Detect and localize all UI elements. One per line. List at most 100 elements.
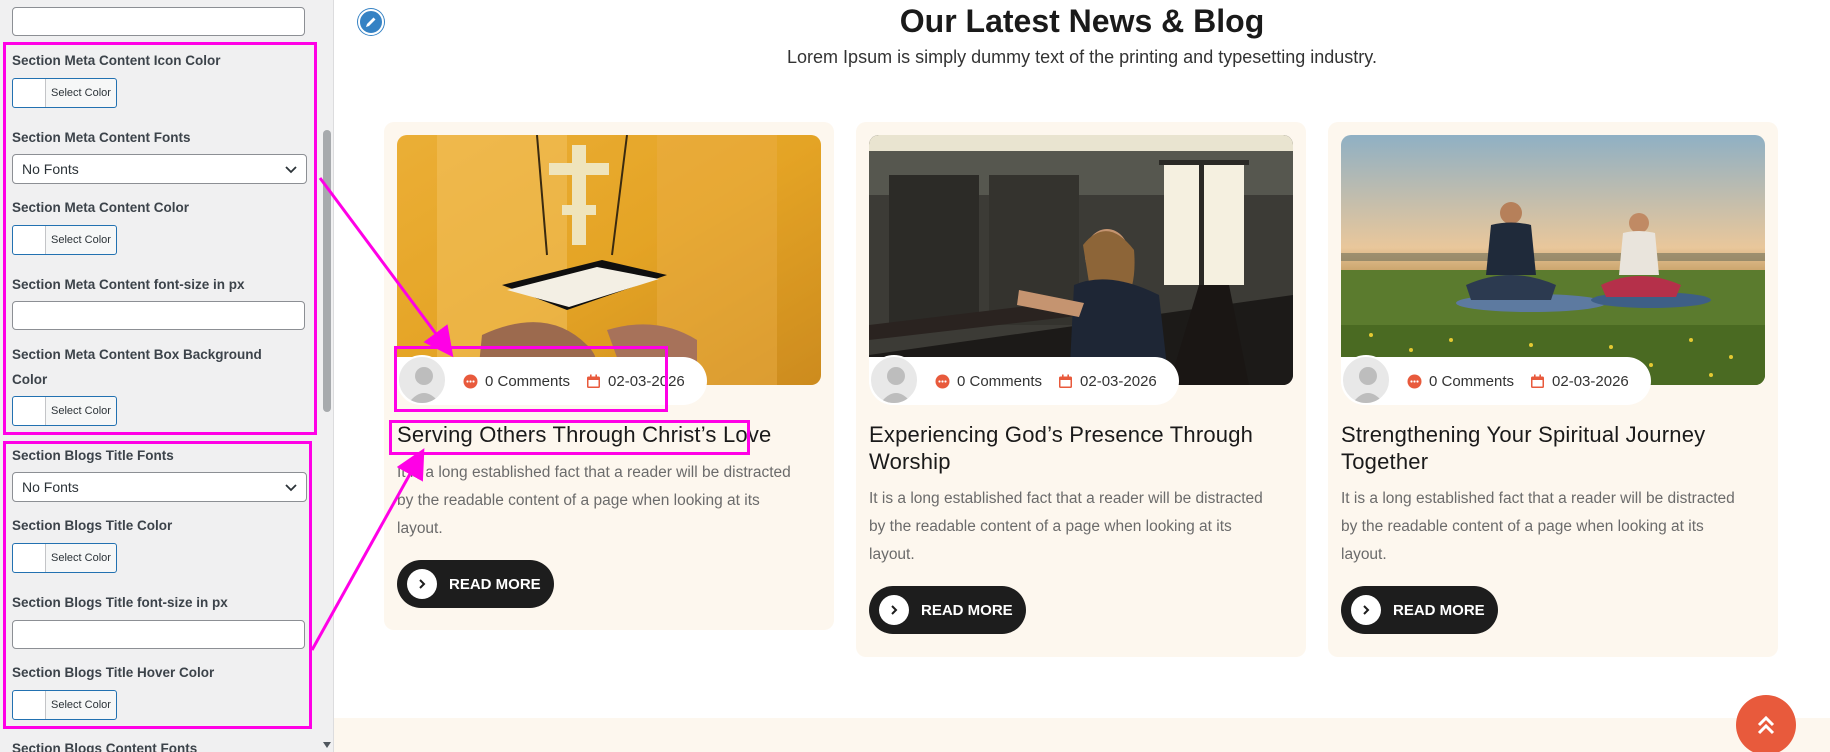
excerpt-line: It is a long established fact that a rea… xyxy=(1341,490,1735,507)
field-label: Section Blogs Content Fonts xyxy=(12,741,198,752)
field-label: Section Meta Content Fonts xyxy=(12,130,191,145)
blog-title-line: Strengthening Your Spiritual Journey xyxy=(1341,422,1706,447)
post-date[interactable]: 02-03-2026 xyxy=(1058,373,1157,390)
color-swatch xyxy=(13,79,46,107)
avatar[interactable] xyxy=(397,355,447,405)
font-size-input[interactable] xyxy=(12,301,305,330)
comments-count[interactable]: 0 Comments xyxy=(1407,373,1514,390)
blog-image-priest[interactable] xyxy=(397,135,821,385)
excerpt-line: by the readable content of a page when l… xyxy=(869,518,1232,535)
section-title: Our Latest News & Blog xyxy=(899,3,1265,39)
post-date[interactable]: 02-03-2026 xyxy=(1530,373,1629,390)
scrollbar-thumb[interactable] xyxy=(323,130,331,412)
read-more-button[interactable]: READ MORE xyxy=(1341,586,1498,634)
select-color-button[interactable]: Select Color xyxy=(12,225,117,255)
chevron-down-icon xyxy=(285,484,297,492)
blog-title-line: Worship xyxy=(869,449,951,474)
blog-excerpt: It is a long established fact that a rea… xyxy=(1341,485,1766,569)
color-swatch xyxy=(13,544,46,572)
comments-count[interactable]: 0 Comments xyxy=(935,373,1042,390)
post-meta: 0 Comments 02-03-2026 xyxy=(397,355,707,405)
read-more-label: READ MORE xyxy=(921,601,1013,619)
sidebar-scrollbar[interactable] xyxy=(320,0,333,752)
excerpt-line: layout. xyxy=(869,546,915,563)
scroll-to-top-button[interactable] xyxy=(1736,695,1796,752)
select-color-button[interactable]: Select Color xyxy=(12,543,117,573)
chevron-right-icon xyxy=(879,595,909,625)
font-size-input[interactable] xyxy=(12,620,305,649)
select-color-button[interactable]: Select Color xyxy=(12,78,117,108)
post-meta: 0 Comments 02-03-2026 xyxy=(869,355,1179,405)
blog-title-line: Together xyxy=(1341,449,1429,474)
field-label: Section Meta Content Icon Color xyxy=(12,53,221,68)
pencil-icon[interactable] xyxy=(358,9,384,35)
field-label: Section Blogs Title Fonts xyxy=(12,448,174,463)
read-more-label: READ MORE xyxy=(1393,601,1485,619)
font-select[interactable]: No Fonts xyxy=(12,472,307,502)
color-swatch xyxy=(13,691,46,719)
customizer-screen: Section Meta Content Icon Color Select C… xyxy=(0,0,1830,752)
comments-count[interactable]: 0 Comments xyxy=(463,373,570,390)
read-more-button[interactable]: READ MORE xyxy=(397,560,554,608)
field-label: Section Blogs Title Hover Color xyxy=(12,665,215,680)
select-color-button[interactable]: Select Color xyxy=(12,690,117,720)
color-swatch xyxy=(13,397,46,425)
customizer-sidebar: Section Meta Content Icon Color Select C… xyxy=(0,0,334,752)
blog-title[interactable]: Serving Others Through Christ’s Love xyxy=(397,421,771,448)
blog-card: 0 Comments 02-03-2026 Strengthening Your… xyxy=(1328,122,1778,657)
select-value: No Fonts xyxy=(22,479,79,495)
select-color-label: Select Color xyxy=(51,552,111,564)
excerpt-line: layout. xyxy=(1341,546,1387,563)
next-section-band xyxy=(334,718,1830,752)
field-label: Section Blogs Title Color xyxy=(12,518,173,533)
comment-icon xyxy=(463,374,478,388)
select-value: No Fonts xyxy=(22,161,79,177)
excerpt-line: It is a long established fact that a rea… xyxy=(869,490,1263,507)
field-label: Section Meta Content font-size in px xyxy=(12,277,245,292)
font-select[interactable]: No Fonts xyxy=(12,154,307,184)
date-text: 02-03-2026 xyxy=(1552,372,1629,390)
blog-excerpt: It is a long established fact that a rea… xyxy=(397,459,822,543)
read-more-button[interactable]: READ MORE xyxy=(869,586,1026,634)
blog-title-line: Experiencing God’s Presence Through xyxy=(869,422,1254,447)
blog-card: 0 Comments 02-03-2026 Serving Others Thr… xyxy=(384,122,834,630)
post-meta: 0 Comments 02-03-2026 xyxy=(1341,355,1651,405)
calendar-icon xyxy=(1531,374,1545,388)
scroll-down-arrow-icon[interactable] xyxy=(323,742,331,748)
comments-text: 0 Comments xyxy=(957,372,1043,390)
double-chevron-up-icon xyxy=(1757,715,1775,735)
blog-excerpt: It is a long established fact that a rea… xyxy=(869,485,1294,569)
excerpt-line: layout. xyxy=(397,520,443,537)
avatar[interactable] xyxy=(1341,355,1391,405)
comment-icon xyxy=(935,374,950,388)
text-input-top[interactable] xyxy=(12,7,305,36)
read-more-label: READ MORE xyxy=(449,575,541,593)
blog-title-line: Serving Others Through Christ’s Love xyxy=(397,422,772,447)
select-color-label: Select Color xyxy=(51,405,111,417)
select-color-label: Select Color xyxy=(51,699,111,711)
comment-icon xyxy=(1407,374,1422,388)
chevron-right-icon xyxy=(1351,595,1381,625)
field-label-line2: Color xyxy=(12,372,48,387)
post-date[interactable]: 02-03-2026 xyxy=(586,373,685,390)
date-text: 02-03-2026 xyxy=(1080,372,1157,390)
field-label: Section Blogs Title font-size in px xyxy=(12,595,228,610)
preview-area: Our Latest News & Blog Lorem Ipsum is si… xyxy=(334,0,1830,752)
blog-image-meditation[interactable] xyxy=(1341,135,1765,385)
color-swatch xyxy=(13,226,46,254)
excerpt-line: It is a long established fact that a rea… xyxy=(397,464,791,481)
excerpt-line: by the readable content of a page when l… xyxy=(397,492,760,509)
blog-title[interactable]: Strengthening Your Spiritual Journey Tog… xyxy=(1341,421,1705,475)
comments-text: 0 Comments xyxy=(485,372,571,390)
avatar[interactable] xyxy=(869,355,919,405)
section-subtitle: Lorem Ipsum is simply dummy text of the … xyxy=(787,47,1377,67)
field-label: Section Meta Content Color xyxy=(12,200,190,215)
calendar-icon xyxy=(1059,374,1073,388)
blog-image-prayer[interactable] xyxy=(869,135,1293,385)
chevron-right-icon xyxy=(407,569,437,599)
select-color-button[interactable]: Select Color xyxy=(12,396,117,426)
select-color-label: Select Color xyxy=(51,87,111,99)
blog-card: 0 Comments 02-03-2026 Experiencing God’s… xyxy=(856,122,1306,657)
comments-text: 0 Comments xyxy=(1429,372,1515,390)
blog-title[interactable]: Experiencing God’s Presence Through Wors… xyxy=(869,421,1253,475)
